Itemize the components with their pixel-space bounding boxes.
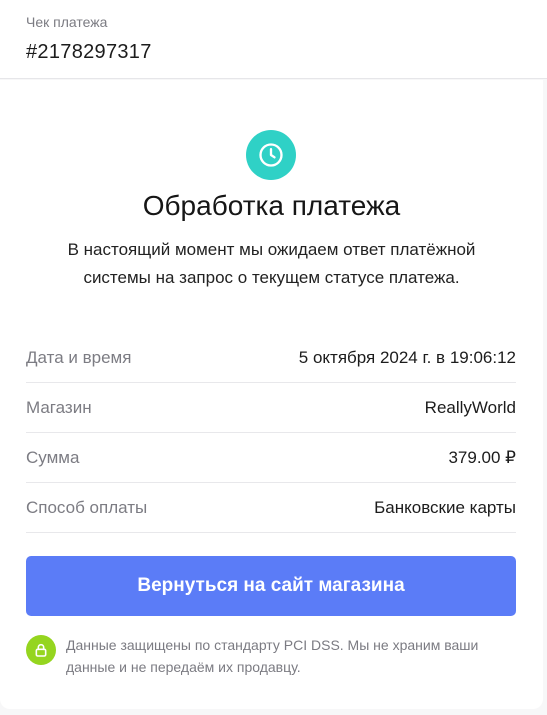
security-notice: Данные защищены по стандарту PCI DSS. Мы…	[26, 634, 516, 678]
detail-label: Дата и время	[26, 347, 132, 367]
lock-icon	[26, 635, 56, 665]
detail-label: Способ оплаты	[26, 497, 148, 517]
detail-label: Магазин	[26, 397, 92, 417]
detail-row-payment-method: Способ оплаты Банковские карты	[26, 483, 516, 533]
payment-details: Дата и время 5 октября 2024 г. в 19:06:1…	[26, 333, 516, 533]
receipt-number: #2178297317	[26, 41, 152, 63]
security-text: Данные защищены по стандарту PCI DSS. Мы…	[66, 637, 479, 675]
clock-icon	[246, 130, 296, 180]
detail-label: Сумма	[26, 447, 80, 467]
status-description: В настоящий момент мы ожидаем ответ плат…	[67, 240, 476, 287]
detail-row-shop: Магазин ReallyWorld	[26, 383, 516, 433]
detail-value: ReallyWorld	[424, 397, 516, 417]
detail-value: 379.00 ₽	[448, 447, 516, 467]
detail-value: 5 октября 2024 г. в 19:06:12	[298, 347, 516, 367]
payment-status-card: Обработка платежа В настоящий момент мы …	[0, 80, 543, 709]
receipt-label: Чек платежа	[26, 14, 108, 30]
status-title: Обработка платежа	[142, 190, 401, 221]
detail-value: Банковские карты	[374, 497, 516, 517]
return-to-shop-button[interactable]: Вернуться на сайт магазина	[26, 556, 516, 616]
receipt-header: Чек платежа #2178297317	[0, 0, 547, 79]
detail-row-datetime: Дата и время 5 октября 2024 г. в 19:06:1…	[26, 333, 516, 383]
detail-row-amount: Сумма 379.00 ₽	[26, 433, 516, 483]
